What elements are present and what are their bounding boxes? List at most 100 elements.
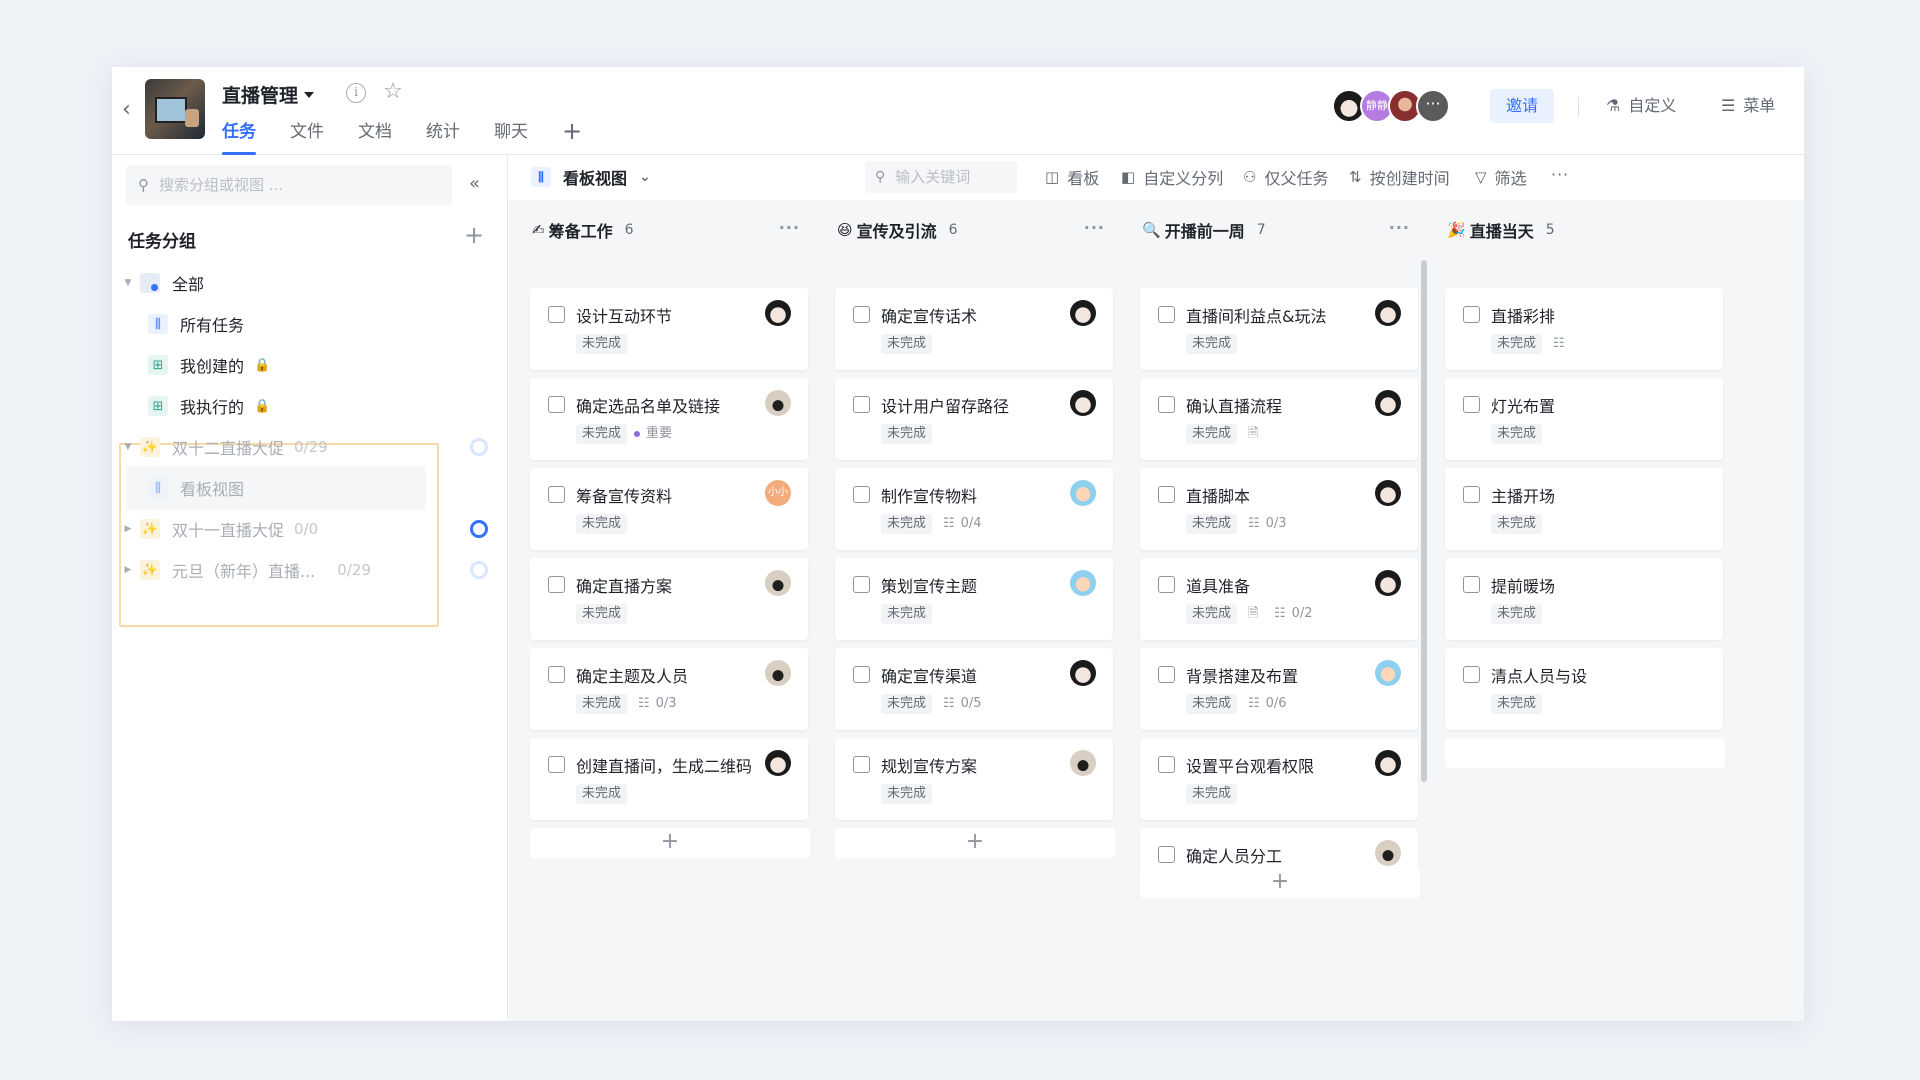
task-checkbox[interactable] [548,756,565,773]
avatar[interactable] [1070,390,1096,416]
star-icon[interactable]: ☆ [382,81,404,103]
add-group-plus-icon[interactable]: + [464,221,484,249]
avatar[interactable] [1375,480,1401,506]
task-checkbox[interactable] [1463,576,1480,593]
task-card[interactable]: 策划宣传主题 未完成 [835,558,1113,640]
task-card[interactable]: 确定直播方案 未完成 [530,558,808,640]
column-scrollbar[interactable] [1421,260,1427,782]
task-checkbox[interactable] [853,306,870,323]
more-icon[interactable]: ··· [1084,218,1105,237]
task-card[interactable]: 灯光布置 未完成 [1445,378,1723,460]
add-task-button[interactable]: + [530,828,810,858]
sidebar-item-all[interactable]: ▼ 全部 [112,261,508,305]
task-checkbox[interactable] [548,396,565,413]
column-header[interactable]: 🎉 直播当天 5 [1445,200,1725,260]
sidebar-item-created-by-me[interactable]: ⊞ 我创建的 🔒 [112,343,508,387]
task-card[interactable]: 确定宣传渠道 未完成 ☷ 0/5 [835,648,1113,730]
more-icon[interactable]: ··· [1551,165,1569,184]
task-checkbox[interactable] [853,756,870,773]
tab-chat[interactable]: 聊天 [494,117,528,155]
task-card[interactable]: 设置平台观看权限 未完成 [1140,738,1418,820]
avatar[interactable] [1375,840,1401,866]
task-card[interactable]: 直播彩排 未完成 ☷ [1445,288,1723,370]
task-checkbox[interactable] [548,666,565,683]
task-checkbox[interactable] [548,306,565,323]
column-header[interactable]: 😆 宣传及引流 6 ··· [835,200,1115,260]
task-card[interactable]: 筹备宣传资料 未完成 小小 [530,468,808,550]
task-card[interactable]: 创建直播间，生成二维码 未完成 [530,738,808,820]
tab-tasks[interactable]: 任务 [222,117,256,155]
member-avatars[interactable]: 静静 ··· [1332,89,1450,123]
caret-right-icon[interactable]: ▶ [120,565,136,575]
task-card[interactable]: 制作宣传物料 未完成 ☷ 0/4 [835,468,1113,550]
customize-button[interactable]: ⚗ 自定义 [1606,91,1676,121]
add-tab-plus-icon[interactable]: + [562,117,582,155]
task-card[interactable]: 确认直播流程 未完成 🗎 [1140,378,1418,460]
invite-button[interactable]: 邀请 [1490,89,1555,123]
add-task-button[interactable]: + [835,828,1115,858]
task-card[interactable]: 道具准备 未完成 🗎 ☷ 0/2 [1140,558,1418,640]
task-checkbox[interactable] [1158,306,1175,323]
avatar[interactable] [1070,480,1096,506]
task-card[interactable]: 主播开场 未完成 [1445,468,1723,550]
task-checkbox[interactable] [1158,666,1175,683]
avatar[interactable] [1070,300,1096,326]
task-card[interactable]: 确定人员分工 [1140,828,1418,868]
avatar[interactable] [765,660,791,686]
sidebar-item-project[interactable]: ▼ ✨ 双十二直播大促 0/29 [112,425,508,469]
avatar[interactable] [1375,750,1401,776]
view-switcher[interactable]: ⫼ 看板视图 ⌄ [531,165,651,189]
keyword-search-input[interactable] [895,168,1006,186]
column-header[interactable]: 🔍 开播前一周 7 ··· [1140,200,1420,260]
sort-button[interactable]: ⇅ 按创建时间 [1349,165,1450,189]
task-checkbox[interactable] [853,486,870,503]
task-checkbox[interactable] [1158,486,1175,503]
task-card[interactable]: 设计用户留存路径 未完成 [835,378,1113,460]
sidebar-item-kanban-view[interactable]: ⫼ 看板视图 [126,466,426,510]
keyword-search[interactable]: ⚲ [865,161,1017,193]
task-checkbox[interactable] [853,396,870,413]
task-checkbox[interactable] [1158,846,1175,863]
tab-stats[interactable]: 统计 [426,117,460,155]
board-button[interactable]: ◫ 看板 [1045,165,1099,189]
task-card[interactable]: 提前暖场 未完成 [1445,558,1723,640]
avatar[interactable] [1375,660,1401,686]
group-search[interactable]: ⚲ [126,165,452,205]
custom-columns-button[interactable]: ◧ 自定义分列 [1121,165,1223,189]
add-task-button[interactable] [1445,738,1725,768]
avatar[interactable] [765,750,791,776]
task-checkbox[interactable] [853,666,870,683]
task-checkbox[interactable] [548,486,565,503]
avatar[interactable] [765,390,791,416]
sidebar-item-all-tasks[interactable]: ⫼ 所有任务 [112,302,508,346]
task-checkbox[interactable] [1463,396,1480,413]
parent-only-button[interactable]: ⚇ 仅父任务 [1243,165,1328,189]
group-search-input[interactable] [159,176,419,194]
avatar[interactable] [1375,390,1401,416]
task-card[interactable]: 直播间利益点&玩法 未完成 [1140,288,1418,370]
caret-right-icon[interactable]: ▶ [120,524,136,534]
info-icon[interactable]: i [346,83,366,103]
caret-down-icon[interactable]: ▼ [120,442,136,452]
task-checkbox[interactable] [1158,576,1175,593]
double-chevron-left-icon[interactable]: « [469,173,480,194]
task-checkbox[interactable] [1463,306,1480,323]
avatar[interactable] [1375,300,1401,326]
avatar[interactable] [1070,570,1096,596]
more-members-icon[interactable]: ··· [1416,89,1450,123]
task-card[interactable]: 规划宣传方案 未完成 [835,738,1113,820]
column-header[interactable]: ✍ 筹备工作 6 ··· [530,200,810,260]
task-checkbox[interactable] [1158,396,1175,413]
avatar[interactable]: 小小 [765,480,791,506]
sidebar-item-project[interactable]: ▶ ✨ 双十一直播大促 0/0 [112,507,508,551]
avatar[interactable] [1375,570,1401,596]
task-checkbox[interactable] [1463,666,1480,683]
avatar[interactable] [765,570,791,596]
more-icon[interactable]: ··· [779,218,800,237]
add-task-button[interactable]: + [1140,868,1420,898]
avatar[interactable] [1070,660,1096,686]
avatar[interactable] [1070,750,1096,776]
task-checkbox[interactable] [853,576,870,593]
task-card[interactable]: 背景搭建及布置 未完成 ☷ 0/6 [1140,648,1418,730]
task-checkbox[interactable] [1158,756,1175,773]
